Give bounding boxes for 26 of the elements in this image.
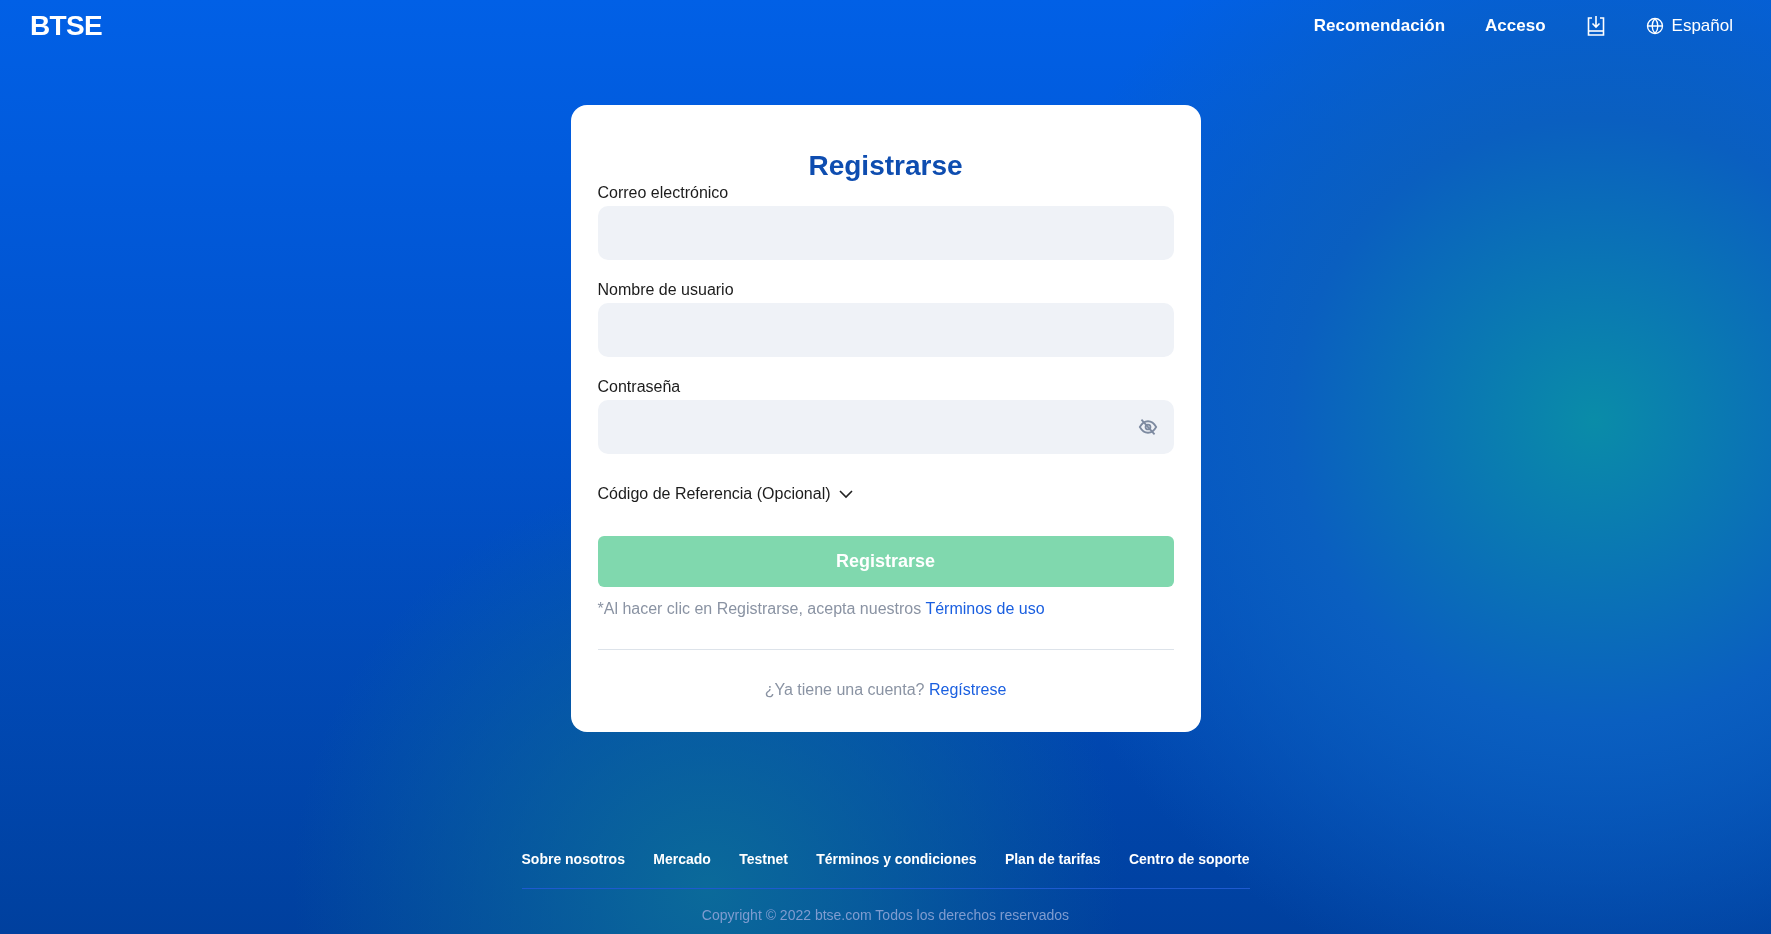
footer-link[interactable]: Plan de tarifas <box>1004 849 1101 870</box>
eye-off-icon <box>1137 418 1158 436</box>
footer-link[interactable]: Términos y condiciones <box>816 849 977 870</box>
account-question: ¿Ya tiene una cuenta? <box>764 681 925 698</box>
globe-icon <box>1645 17 1664 35</box>
copyright-text: Copyright © 2022 btse.com Todos los derechos reservados <box>701 906 1070 925</box>
footer-link[interactable]: Sobre nosotros <box>521 849 625 870</box>
field-label: Nombre de usuario <box>597 280 735 300</box>
password-field[interactable] <box>597 400 1174 454</box>
referral-toggle[interactable]: Código de Referencia (Opcional) <box>597 482 853 506</box>
language-button[interactable]: Español <box>1645 13 1733 39</box>
login-link[interactable]: Regístrese <box>928 681 1007 698</box>
terms-link[interactable]: Términos de uso <box>925 600 1045 617</box>
download-button[interactable] <box>1585 15 1606 37</box>
logo[interactable]: BTSE <box>30 5 102 47</box>
nav-link[interactable]: Acceso <box>1485 13 1546 39</box>
footer-link[interactable]: Testnet <box>739 849 788 870</box>
terms-text: *Al hacer clic en Registrarse, acepta nuestros <box>597 600 922 617</box>
form-title: Registrarse <box>807 149 964 183</box>
chevron-icon <box>838 489 853 499</box>
download-icon <box>1585 15 1606 37</box>
footer-link[interactable]: Centro de soporte <box>1128 849 1250 870</box>
field-label: Contraseña <box>597 377 682 397</box>
field-label: Correo electrónico <box>597 183 730 203</box>
nav-link[interactable]: Recomendación <box>1313 13 1446 39</box>
footer-link[interactable]: Mercado <box>653 849 711 870</box>
